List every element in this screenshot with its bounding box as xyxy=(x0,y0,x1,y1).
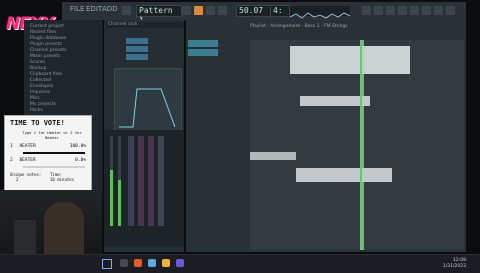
vote-footer: Unique votes: Time: 2 10 minutes xyxy=(10,172,88,182)
start-icon[interactable] xyxy=(102,259,112,269)
browser-item[interactable]: Collected xyxy=(30,78,51,83)
menu-edit[interactable]: EDIT xyxy=(86,5,102,13)
taskbar-app-icon[interactable] xyxy=(120,259,128,267)
tool-icon-1[interactable] xyxy=(362,6,371,15)
daw-toolbar: FILE EDIT ADD Pattern 1 50.07 4: xyxy=(62,2,466,25)
play-button[interactable] xyxy=(194,6,203,15)
clip[interactable] xyxy=(290,46,410,74)
mixer-track[interactable] xyxy=(128,136,134,226)
taskbar-app-icon[interactable] xyxy=(176,259,184,267)
menu-add[interactable]: ADD xyxy=(102,5,118,13)
clip[interactable] xyxy=(296,168,392,182)
vote-option-percent: 100.0% xyxy=(69,144,86,149)
mixer-track[interactable] xyxy=(138,136,144,226)
taskbar-app-icon[interactable] xyxy=(134,259,142,267)
vote-option-number: 1 xyxy=(10,144,13,149)
mode-button[interactable] xyxy=(182,6,191,15)
clip[interactable] xyxy=(250,152,296,160)
vote-option-number: 2 xyxy=(10,158,13,163)
tool-icon-5[interactable] xyxy=(410,6,419,15)
vote-option-2: 2 BEATER 0.0% xyxy=(10,158,88,163)
browser-item[interactable]: Scores xyxy=(30,60,45,65)
envelope-curve-icon xyxy=(119,88,176,128)
mixer-track[interactable] xyxy=(148,136,154,226)
browser-item[interactable]: Plugin presets xyxy=(30,42,62,47)
level-meter xyxy=(110,170,113,226)
tool-icon-6[interactable] xyxy=(422,6,431,15)
vote-bar-fill xyxy=(23,152,85,154)
level-meter xyxy=(118,180,121,226)
mixer-panel xyxy=(104,130,184,246)
tool-icon-7[interactable] xyxy=(434,6,443,15)
pattern-block[interactable] xyxy=(188,40,218,47)
streamer-figure xyxy=(44,202,84,260)
browser-item[interactable]: Misc xyxy=(30,96,40,101)
record-button[interactable] xyxy=(218,6,227,15)
unique-votes-value: 2 xyxy=(16,177,19,182)
vote-option-1: 1 HEATER 100.0% xyxy=(10,144,88,149)
taskbar-app-icon[interactable] xyxy=(162,259,170,267)
channel-rack-title: Channel rack xyxy=(106,22,184,28)
webcam-feed xyxy=(0,190,102,262)
unique-votes-label: Unique votes: xyxy=(10,172,42,177)
browser-item[interactable]: Channel presets xyxy=(30,48,67,53)
taskbar: 12:08 1/31/2023 xyxy=(0,254,480,273)
playlist-tracks[interactable] xyxy=(250,40,464,250)
vote-option-label: HEATER xyxy=(19,144,36,149)
taskbar-clock[interactable]: 12:08 1/31/2023 xyxy=(443,258,466,270)
tool-icon-8[interactable] xyxy=(446,6,455,15)
cpu-meter xyxy=(289,6,351,19)
playlist-title: Playlist - Arrangement - Bass 1 - FM Str… xyxy=(250,24,348,29)
browser-item[interactable]: Current project xyxy=(30,24,64,29)
stop-button[interactable] xyxy=(206,6,215,15)
browser-item[interactable]: Packs xyxy=(30,108,43,113)
channel-button[interactable] xyxy=(126,38,148,44)
vote-option-percent: 0.0% xyxy=(75,158,86,163)
tool-icon-4[interactable] xyxy=(398,6,407,15)
playhead-marker xyxy=(362,40,364,250)
browser-item[interactable]: Clipboard files xyxy=(30,72,62,77)
time-value: 10 minutes xyxy=(50,177,75,182)
pattern-selector[interactable]: Pattern 1 xyxy=(136,5,182,25)
studio-equipment xyxy=(14,220,36,254)
channel-button[interactable] xyxy=(126,54,148,60)
browser-item[interactable]: Recent files xyxy=(30,30,56,35)
clock-date: 1/31/2023 xyxy=(442,264,466,269)
menu-file[interactable]: FILE xyxy=(70,5,84,13)
taskbar-app-icon[interactable] xyxy=(148,259,156,267)
browser-item[interactable]: Envelopes xyxy=(30,84,53,89)
browser-item[interactable]: My projects xyxy=(30,102,56,107)
vote-card: TIME TO VOTE! Type 1 for Heater or 2 for… xyxy=(4,115,92,191)
plugin-envelope-graph[interactable] xyxy=(114,68,182,134)
vote-title: TIME TO VOTE! xyxy=(10,119,65,127)
tempo-display[interactable]: 50.07 xyxy=(236,5,272,17)
channel-button[interactable] xyxy=(126,46,148,52)
vote-bar-1 xyxy=(23,152,85,154)
tool-icon-2[interactable] xyxy=(374,6,383,15)
pattern-prev-icon[interactable] xyxy=(122,6,131,15)
mixer-track[interactable] xyxy=(158,136,164,226)
browser-item[interactable]: Mixer presets xyxy=(30,54,60,59)
vote-option-label: BEATER xyxy=(19,158,36,163)
browser-item[interactable]: Plugin database xyxy=(30,36,66,41)
browser-item[interactable]: Backup xyxy=(30,66,47,71)
vote-bar-2 xyxy=(23,166,85,168)
time-display: 4: xyxy=(270,5,290,17)
tool-icon-3[interactable] xyxy=(386,6,395,15)
browser-item[interactable]: Impulses xyxy=(30,90,50,95)
pattern-block[interactable] xyxy=(188,49,218,56)
vote-subtitle: Type 1 for Heater or 2 for Beater xyxy=(22,130,82,140)
